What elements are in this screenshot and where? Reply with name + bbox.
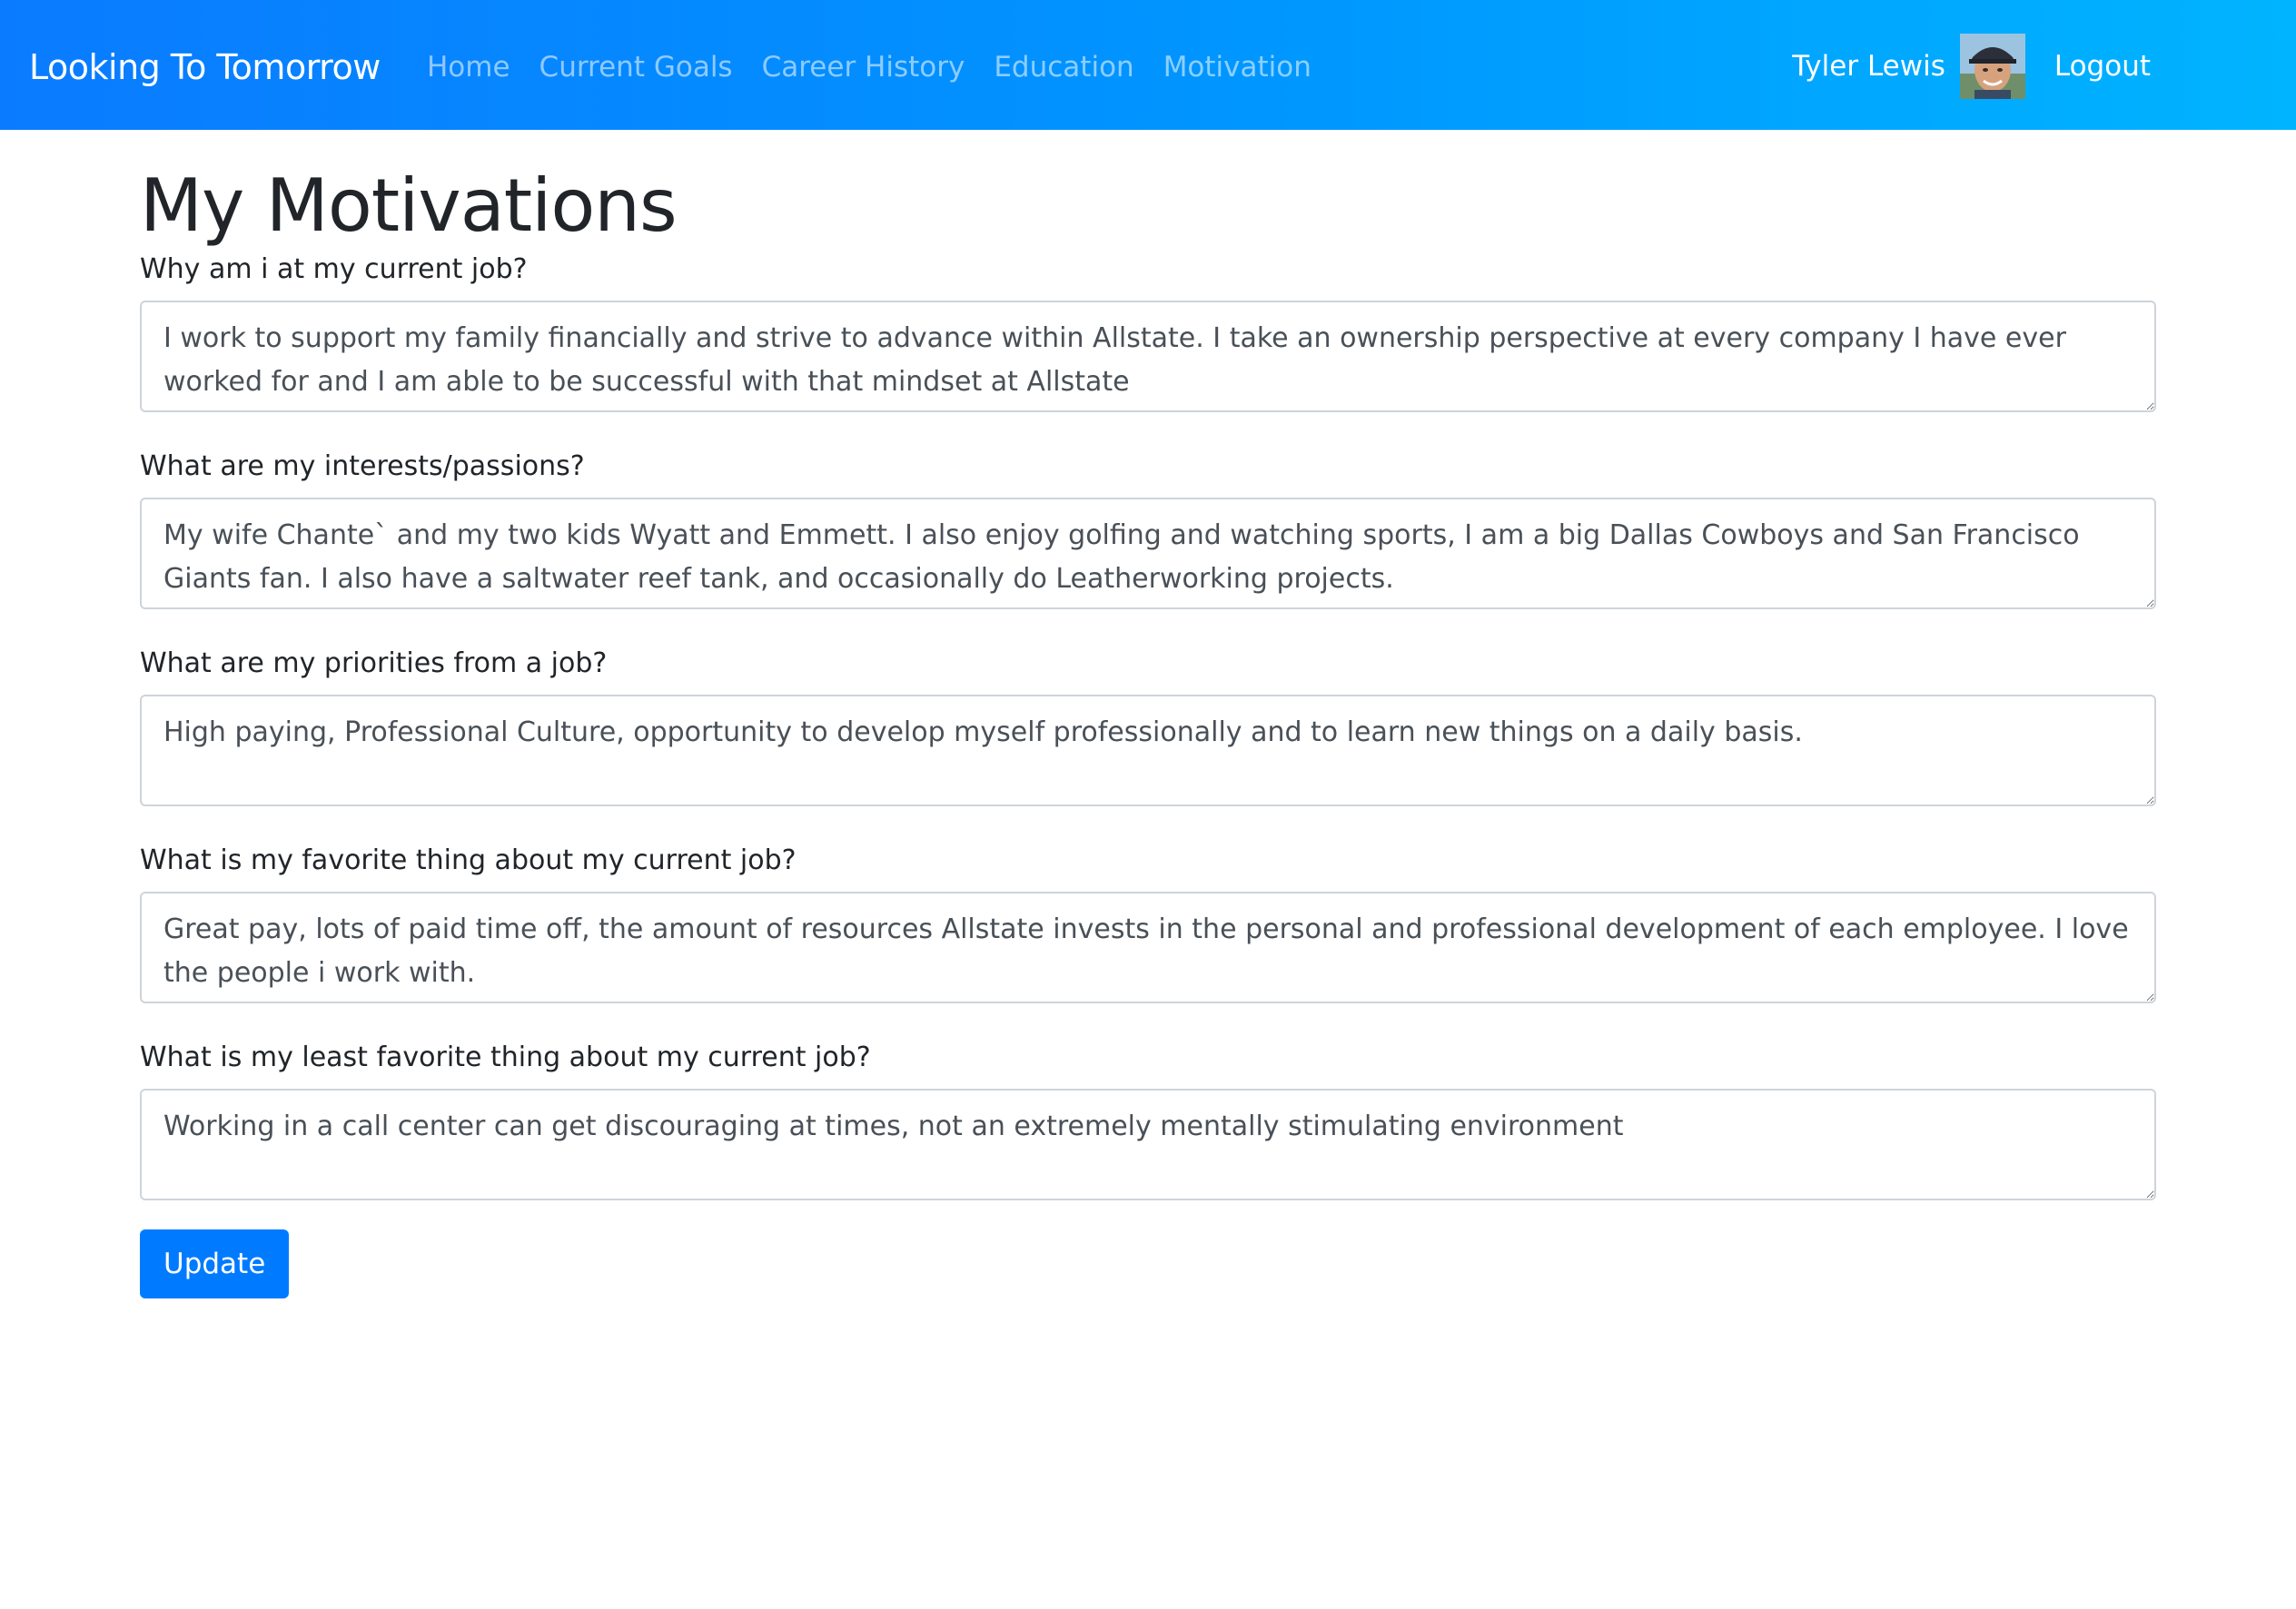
brand-link[interactable]: Looking To Tomorrow (29, 42, 381, 93)
nav-links: Home Current Goals Career History Educat… (427, 42, 1311, 93)
question-group: Why am i at my current job? I work to su… (140, 250, 2156, 412)
nav-link-home[interactable]: Home (427, 42, 510, 93)
question-group: What is my least favorite thing about my… (140, 1038, 2156, 1200)
question-label: What are my interests/passions? (140, 450, 585, 482)
motivations-form: Why am i at my current job? I work to su… (140, 250, 2156, 1298)
question-group: What are my interests/passions? My wife … (140, 447, 2156, 609)
nav-link-current-goals[interactable]: Current Goals (539, 42, 733, 93)
user-area: Tyler Lewis Logout (1792, 33, 2151, 100)
answer-favorite-thing-field[interactable]: Great pay, lots of paid time off, the am… (140, 892, 2156, 1003)
nav-link-education[interactable]: Education (994, 42, 1133, 93)
top-navbar: Looking To Tomorrow Home Current Goals C… (0, 0, 2296, 130)
answer-interests-field[interactable]: My wife Chante` and my two kids Wyatt an… (140, 498, 2156, 609)
user-photo-icon (1959, 34, 2025, 99)
question-label: What are my priorities from a job? (140, 647, 608, 679)
question-label: What is my least favorite thing about my… (140, 1041, 871, 1073)
logout-link[interactable]: Logout (2054, 50, 2151, 83)
nav-link-career-history[interactable]: Career History (762, 42, 965, 93)
nav-link-motivation[interactable]: Motivation (1163, 42, 1311, 93)
update-button[interactable]: Update (140, 1229, 290, 1298)
question-label: What is my favorite thing about my curre… (140, 844, 797, 876)
page-title: My Motivations (140, 163, 678, 248)
answer-least-favorite-thing-field[interactable]: Working in a call center can get discour… (140, 1089, 2156, 1200)
avatar (1959, 34, 2025, 99)
question-group: What is my favorite thing about my curre… (140, 841, 2156, 1003)
question-group: What are my priorities from a job? High … (140, 644, 2156, 806)
main-content: My Motivations Why am i at my current jo… (140, 130, 2156, 1298)
question-label: Why am i at my current job? (140, 253, 528, 285)
answer-priorities-field[interactable]: High paying, Professional Culture, oppor… (140, 695, 2156, 806)
answer-current-job-reason-field[interactable]: I work to support my family financially … (140, 301, 2156, 412)
user-name: Tyler Lewis (1792, 50, 1945, 83)
